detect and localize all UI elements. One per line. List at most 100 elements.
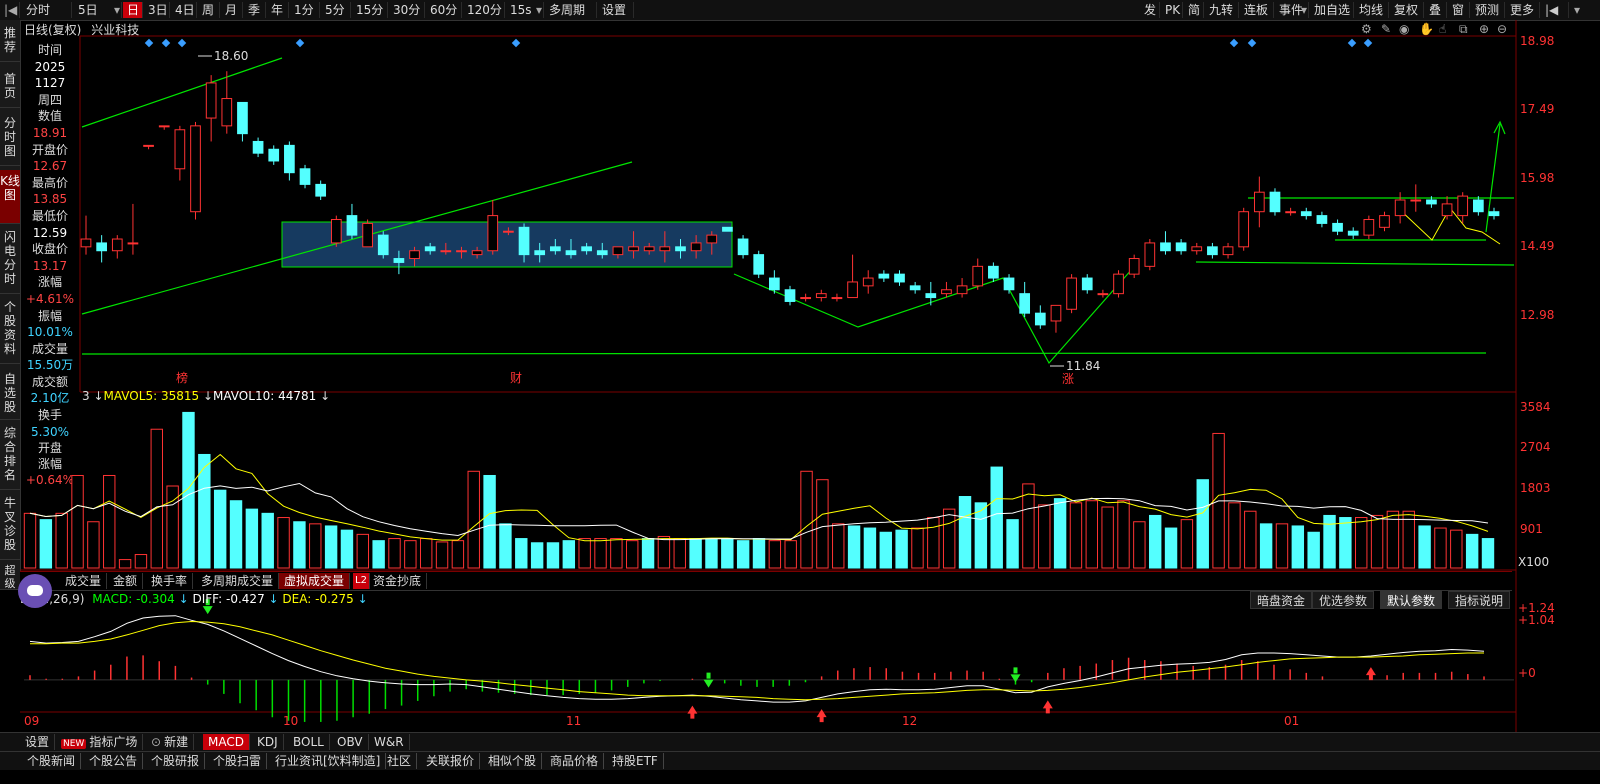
candle-body xyxy=(1191,246,1203,252)
tab-volume[interactable]: 成交量 xyxy=(60,573,108,589)
event-marker-icon[interactable] xyxy=(177,38,187,48)
eye-icon[interactable]: ◉ xyxy=(1399,22,1409,36)
volume-bar xyxy=(1069,502,1083,569)
volume-bar xyxy=(39,519,53,569)
tab-commodity-price[interactable]: 商品价格 xyxy=(545,753,605,769)
support-line[interactable] xyxy=(1195,261,1515,266)
candle-body xyxy=(143,144,154,147)
event-cai[interactable]: 财 xyxy=(510,371,522,385)
dark-fund-button[interactable]: 暗盘资金 xyxy=(1250,591,1313,609)
tab-amount[interactable]: 金额 xyxy=(108,573,144,589)
new-indicator-button[interactable]: ⊙ 新建 xyxy=(146,734,195,750)
volume-bar xyxy=(958,496,972,569)
volume-bar xyxy=(1022,483,1035,569)
gear-icon[interactable]: ⚙ xyxy=(1361,22,1372,36)
tab-similar-stocks[interactable]: 相似个股 xyxy=(483,753,543,769)
tab-turnover[interactable]: 换手率 xyxy=(146,573,194,589)
new-indicator-label: 新建 xyxy=(164,735,189,749)
tab-stock-research[interactable]: 个股研报 xyxy=(146,753,206,769)
candle-body xyxy=(1238,211,1250,248)
volume-bar xyxy=(1307,531,1320,569)
hand-icon[interactable]: ✋ xyxy=(1419,22,1434,36)
candle-body xyxy=(190,125,201,213)
event-marker-icon[interactable] xyxy=(144,38,154,48)
indicator-obv[interactable]: OBV xyxy=(332,734,369,750)
volume-bar xyxy=(689,538,702,569)
pen-icon[interactable]: ✎ xyxy=(1381,22,1391,36)
volume-bar xyxy=(515,538,528,569)
candle-body xyxy=(628,246,639,252)
event-zhang[interactable]: 涨 xyxy=(1062,371,1074,386)
event-bang[interactable]: 榜 xyxy=(176,370,188,385)
event-marker-icon[interactable] xyxy=(511,38,521,48)
tab-stock-scan[interactable]: 个股扫雷 xyxy=(208,753,268,769)
volume-bar xyxy=(1006,519,1019,569)
dea-label: DEA: xyxy=(282,592,312,606)
volume-bar xyxy=(245,508,259,569)
volume-bar xyxy=(800,470,813,569)
indicator-boll[interactable]: BOLL xyxy=(288,734,330,750)
event-marker-icon[interactable] xyxy=(1363,38,1373,48)
volume-bar xyxy=(1148,514,1162,569)
event-marker-icon[interactable] xyxy=(1247,38,1257,48)
candle-body xyxy=(80,238,92,248)
volume-bar xyxy=(641,538,655,569)
zoom-in-icon[interactable]: ⊕ xyxy=(1479,22,1489,36)
tab-related-quotes[interactable]: 关联报价 xyxy=(421,753,481,769)
indicator-kdj[interactable]: KDJ xyxy=(252,734,284,750)
x-tick: 12 xyxy=(902,714,917,728)
candle-body xyxy=(1144,242,1156,267)
event-marker-icon[interactable] xyxy=(1229,38,1239,48)
candle-body xyxy=(1034,312,1046,326)
kline-chart[interactable]: 18.98 17.49 15.98 14.49 12.98 3584 2704 … xyxy=(0,0,1600,732)
volume-bar xyxy=(721,538,734,569)
optimized-params-button[interactable]: 优选参数 xyxy=(1312,591,1375,609)
tab-holding-etf[interactable]: 持股ETF xyxy=(607,753,664,769)
candle-body xyxy=(1081,277,1093,291)
indicator-settings-button[interactable]: 设置 xyxy=(20,734,56,750)
candle-body xyxy=(1253,191,1265,213)
candle-body xyxy=(894,273,905,283)
tab-industry-news[interactable]: 行业资讯[饮料制造] xyxy=(270,753,387,769)
indicator-wr[interactable]: W&R xyxy=(369,734,410,750)
candle-body xyxy=(1003,277,1015,291)
candle-body xyxy=(659,246,671,252)
volume-bar xyxy=(1053,498,1067,569)
volume-bar xyxy=(356,533,370,569)
tab-fund-bottom[interactable]: 资金抄底 xyxy=(368,573,428,589)
tab-stock-news[interactable]: 个股新闻 xyxy=(22,753,82,769)
candle-body xyxy=(612,246,624,256)
indicator-square-button[interactable]: NEW 指标广场 xyxy=(56,734,144,750)
volume-bar xyxy=(404,540,417,569)
event-marker-icon[interactable] xyxy=(161,38,171,48)
candle-body xyxy=(1394,199,1406,217)
tab-multi-volume[interactable]: 多周期成交量 xyxy=(196,573,280,589)
trendline[interactable] xyxy=(81,57,283,128)
x-tick: 01 xyxy=(1284,714,1299,728)
indicator-macd[interactable]: MACD xyxy=(203,734,250,750)
event-marker-icon[interactable] xyxy=(295,38,305,48)
tab-virtual-volume[interactable]: 虚拟成交量 xyxy=(279,573,351,589)
indicator-help-button[interactable]: 指标说明 xyxy=(1448,591,1511,609)
candle-body xyxy=(534,250,546,256)
event-marker-icon[interactable] xyxy=(1347,38,1357,48)
hand-icon[interactable]: ☝ xyxy=(1439,22,1446,36)
candle-body xyxy=(1113,273,1124,295)
zoom-out-icon[interactable]: ⊖ xyxy=(1497,22,1507,36)
candle-body xyxy=(988,265,999,279)
candle-body xyxy=(862,277,874,287)
candle-body xyxy=(1300,211,1312,217)
candle-body xyxy=(565,250,577,256)
candle-body xyxy=(424,246,436,252)
copy-icon[interactable]: ⧉ xyxy=(1459,22,1468,36)
volume-bar xyxy=(1085,500,1099,569)
assistant-robot-icon[interactable] xyxy=(18,574,52,608)
candle-body xyxy=(346,215,358,236)
candle-body xyxy=(299,168,311,185)
support-line[interactable] xyxy=(81,352,1487,355)
dea-line xyxy=(30,620,1484,701)
candle-body xyxy=(878,273,890,279)
tab-community[interactable]: 社区 xyxy=(382,753,418,769)
tab-stock-notice[interactable]: 个股公告 xyxy=(84,753,144,769)
default-params-button[interactable]: 默认参数 xyxy=(1380,591,1443,609)
